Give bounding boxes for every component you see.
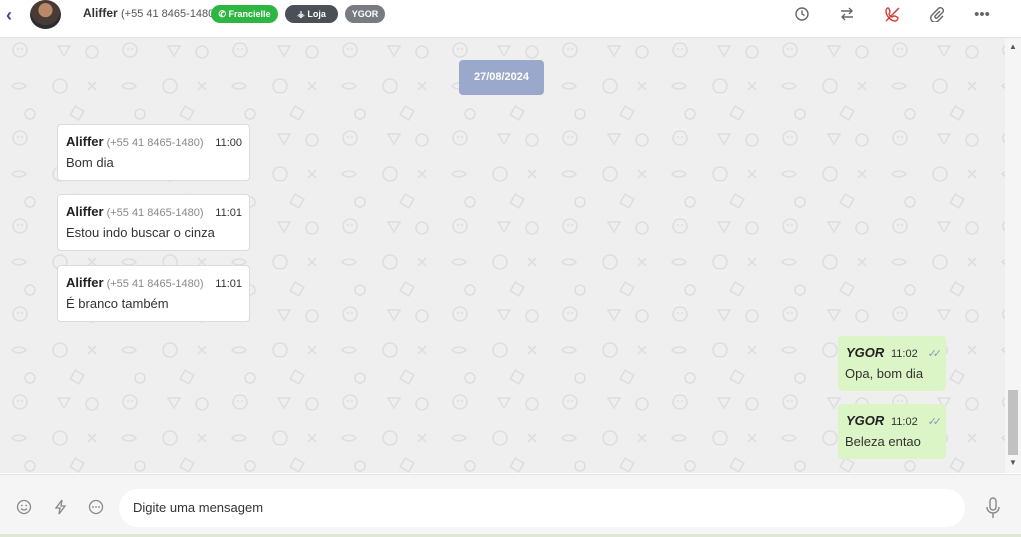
double-check-icon: ✓✓ xyxy=(927,416,943,428)
message-time: 11:02 xyxy=(891,416,918,428)
message-time: 11:00 xyxy=(215,137,242,149)
message-phone: (+55 41 8465-1480) xyxy=(106,207,204,219)
message-sender: YGOR xyxy=(846,413,885,428)
end-call-icon[interactable] xyxy=(882,6,902,24)
avatar[interactable] xyxy=(30,0,61,29)
contact-info[interactable]: Aliffer (+55 41 8465-1480) xyxy=(83,6,218,20)
microphone-icon[interactable] xyxy=(983,497,1003,518)
message-text: Estou indo buscar o cinza xyxy=(66,225,215,240)
message-text: Opa, bom dia xyxy=(845,366,924,381)
message-composer xyxy=(0,474,1021,537)
scroll-down-icon[interactable]: ▼ xyxy=(1009,458,1017,467)
message-sender: YGOR xyxy=(846,345,885,360)
contact-phone: (+55 41 8465-1480) xyxy=(121,8,218,20)
message-phone: (+55 41 8465-1480) xyxy=(106,137,204,149)
more-icon[interactable]: ••• xyxy=(972,6,992,24)
scroll-up-icon[interactable]: ▲ xyxy=(1009,42,1017,51)
message-time: 11:01 xyxy=(215,278,242,290)
badge-label: Francielle xyxy=(228,9,271,19)
double-check-icon: ✓✓ xyxy=(927,348,943,360)
attach-icon[interactable] xyxy=(927,6,947,24)
outgoing-message[interactable]: YGOR 11:02 ✓✓ Beleza entao xyxy=(838,404,946,459)
transfer-icon[interactable] xyxy=(837,6,857,24)
department-badge[interactable]: ⚶ Loja xyxy=(285,5,338,23)
badge-label: YGOR xyxy=(351,9,379,19)
message-time: 11:01 xyxy=(215,207,242,219)
contact-name: Aliffer xyxy=(83,6,118,20)
emoji-icon[interactable] xyxy=(14,499,34,519)
history-icon[interactable] xyxy=(792,6,812,24)
chat-header: ‹ Aliffer (+55 41 8465-1480) ✆ Franciell… xyxy=(0,0,1021,38)
agent-badge[interactable]: YGOR xyxy=(345,5,385,23)
whatsapp-icon: ✆ xyxy=(218,9,226,19)
incoming-message[interactable]: Aliffer (+55 41 8465-1480) 11:01 É branco… xyxy=(57,265,250,322)
scrollbar-thumb[interactable] xyxy=(1008,390,1018,455)
message-text: Bom dia xyxy=(66,155,114,170)
message-sender: Aliffer xyxy=(66,134,104,149)
message-text: Beleza entao xyxy=(845,434,921,449)
message-phone: (+55 41 8465-1480) xyxy=(106,278,204,290)
message-input[interactable] xyxy=(119,489,965,527)
message-sender: Aliffer xyxy=(66,275,104,290)
scrollbar[interactable]: ▲ ▼ xyxy=(1005,38,1021,473)
outgoing-message[interactable]: YGOR 11:02 ✓✓ Opa, bom dia xyxy=(838,336,946,391)
message-time: 11:02 xyxy=(891,348,918,360)
incoming-message[interactable]: Aliffer (+55 41 8465-1480) 11:01 Estou in… xyxy=(57,194,250,251)
message-text: É branco também xyxy=(66,296,169,311)
date-separator: 27/08/2024 xyxy=(459,60,544,95)
incoming-message[interactable]: Aliffer (+55 41 8465-1480) 11:00 Bom dia xyxy=(57,124,250,181)
message-area: 27/08/2024 Aliffer (+55 41 8465-1480) 11:… xyxy=(0,38,1005,473)
badge-label: Loja xyxy=(307,9,326,19)
sitemap-icon: ⚶ xyxy=(297,9,305,19)
message-sender: Aliffer xyxy=(66,204,104,219)
chevron-left-icon[interactable]: ‹ xyxy=(6,6,22,24)
lightning-icon[interactable] xyxy=(51,499,71,519)
channel-badge[interactable]: ✆ Francielle xyxy=(211,5,278,23)
chat-bubble-icon[interactable] xyxy=(86,499,106,519)
